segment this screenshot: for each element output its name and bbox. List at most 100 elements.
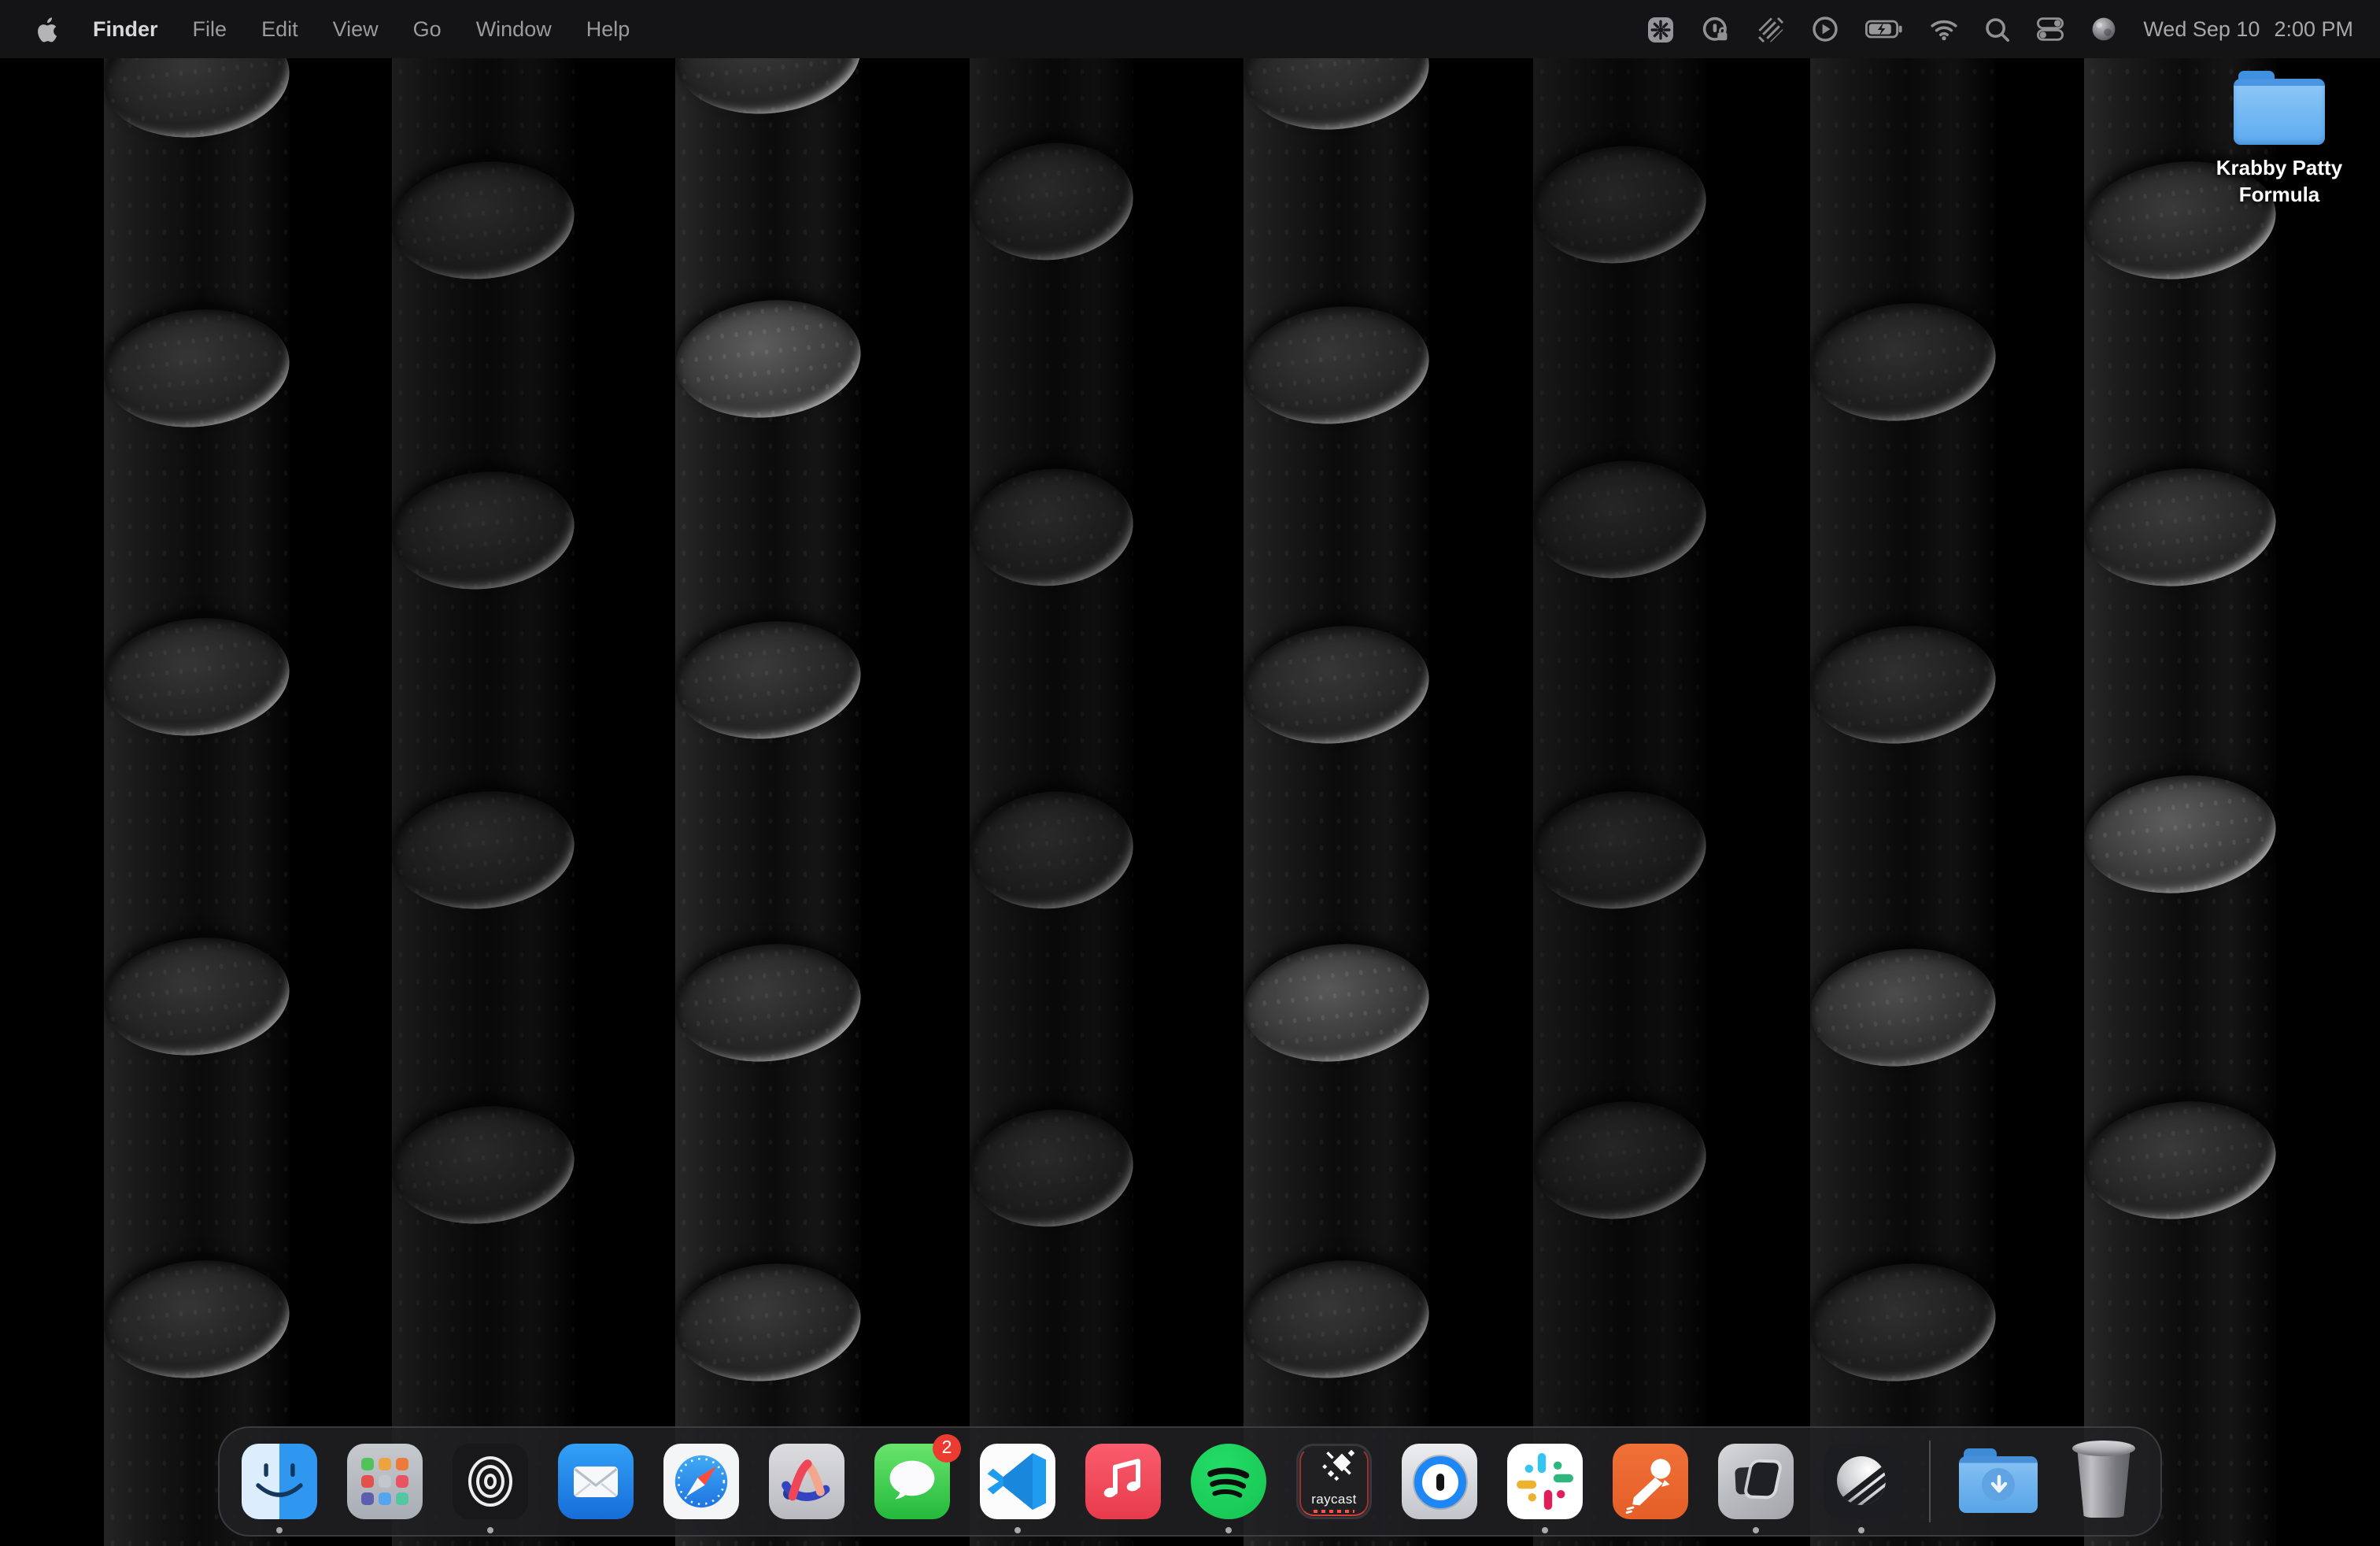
menu-go[interactable]: Go bbox=[396, 0, 459, 58]
wallpaper-cylinder-cap bbox=[964, 784, 1139, 917]
wallpaper-cylinder-cap bbox=[1805, 1255, 2001, 1390]
dock-launchpad[interactable] bbox=[347, 1444, 423, 1519]
folder-icon bbox=[2234, 71, 2325, 146]
mail-icon bbox=[558, 1444, 634, 1519]
wallpaper-cylinder-cap bbox=[670, 612, 867, 748]
wallpaper-cylinder-cap bbox=[98, 301, 295, 436]
wallpaper-cylinder-cap bbox=[1528, 1093, 1712, 1227]
sphere-icon[interactable] bbox=[2090, 0, 2116, 58]
dock-postman[interactable] bbox=[1613, 1444, 1688, 1519]
striped-sphere-icon bbox=[1824, 1444, 1899, 1519]
menu-bar: Finder File Edit View Go Window Help bbox=[0, 0, 2380, 58]
dock-finder[interactable] bbox=[242, 1444, 317, 1519]
menu-view[interactable]: View bbox=[316, 0, 396, 58]
wallpaper-cylinder-cap bbox=[670, 935, 867, 1071]
wallpaper-cylinder-cap bbox=[1238, 1252, 1435, 1387]
wallpaper-cylinder-cap bbox=[98, 609, 295, 745]
control-center-icon[interactable] bbox=[2036, 0, 2063, 58]
wallpaper-column bbox=[1533, 58, 1706, 1546]
wallpaper-cylinder-cap bbox=[386, 782, 580, 917]
download-arrow-icon bbox=[1982, 1468, 2015, 1501]
wallpaper-cylinder-cap bbox=[1805, 940, 2001, 1075]
apple-logo-icon bbox=[35, 16, 57, 43]
spotlight-search-icon[interactable] bbox=[1984, 0, 2009, 58]
running-indicator bbox=[1753, 1527, 1759, 1533]
dock-divider bbox=[1929, 1441, 1931, 1522]
dock-vscode[interactable] bbox=[980, 1444, 1055, 1519]
raycast-red-dots bbox=[1314, 1511, 1354, 1513]
dock-safari[interactable] bbox=[663, 1444, 739, 1519]
dock-music[interactable] bbox=[1085, 1444, 1161, 1519]
running-indicator bbox=[1225, 1527, 1232, 1533]
wallpaper-column bbox=[2084, 58, 2276, 1546]
concentric-circles-icon bbox=[453, 1444, 528, 1519]
dock-mail[interactable] bbox=[558, 1444, 634, 1519]
wallpaper-column bbox=[675, 58, 861, 1546]
postman-icon bbox=[1613, 1444, 1688, 1519]
wallpaper-cylinder-cap bbox=[2079, 1093, 2282, 1229]
dock-downloads-folder[interactable] bbox=[1961, 1444, 2042, 1519]
running-indicator bbox=[1542, 1527, 1548, 1533]
finder-icon bbox=[242, 1444, 317, 1519]
menu-help[interactable]: Help bbox=[569, 0, 648, 58]
folder-label: Krabby Patty Formula bbox=[2185, 156, 2374, 209]
raycast-icon: raycast bbox=[1296, 1444, 1372, 1519]
wallpaper-cylinder-cap bbox=[1528, 453, 1712, 586]
wallpaper-cylinder-cap bbox=[964, 461, 1139, 594]
desktop-folder-krabby-patty[interactable]: Krabby Patty Formula bbox=[2185, 71, 2374, 209]
wallpaper-column bbox=[1810, 58, 1996, 1546]
wallpaper-cylinder-cap bbox=[386, 153, 580, 287]
desktop-wallpaper bbox=[0, 0, 2380, 1546]
running-indicator bbox=[487, 1527, 493, 1533]
menubar-date: Wed Sep 10 bbox=[2143, 17, 2260, 41]
wallpaper-cylinder-cap bbox=[386, 1097, 580, 1232]
wallpaper-cylinder-cap bbox=[670, 1255, 867, 1390]
macos-desktop: Finder File Edit View Go Window Help bbox=[0, 0, 2380, 1546]
wallpaper-cylinder-cap bbox=[670, 291, 867, 427]
wallpaper-cylinder-cap bbox=[386, 463, 580, 597]
dock-trash[interactable] bbox=[2072, 1444, 2138, 1519]
vscode-icon bbox=[980, 1444, 1055, 1519]
wallpaper-cylinder-cap bbox=[1805, 294, 2001, 430]
wallpaper-cylinder-cap bbox=[1528, 783, 1712, 917]
wallpaper-cylinder-cap bbox=[1238, 617, 1435, 753]
dock-concentric-circles-app[interactable] bbox=[453, 1444, 528, 1519]
menu-bar-left: Finder File Edit View Go Window Help bbox=[16, 0, 647, 58]
wallpaper-cylinder-cap bbox=[964, 135, 1139, 268]
menubar-clock[interactable]: Wed Sep 10 2:00 PM bbox=[2143, 17, 2353, 41]
menu-file[interactable]: File bbox=[176, 0, 245, 58]
notification-badge: 2 bbox=[933, 1434, 961, 1463]
dock: 2 bbox=[218, 1426, 2162, 1537]
dock-gray-shapes-app[interactable] bbox=[1718, 1444, 1794, 1519]
dock-messages[interactable]: 2 bbox=[874, 1444, 950, 1519]
wifi-icon[interactable] bbox=[1929, 0, 1957, 58]
menu-window[interactable]: Window bbox=[459, 0, 569, 58]
battery-charging-icon[interactable] bbox=[1864, 0, 1902, 58]
running-indicator bbox=[1014, 1527, 1021, 1533]
wallpaper-cylinder-cap bbox=[2079, 767, 2282, 903]
dock-slack[interactable] bbox=[1507, 1444, 1583, 1519]
menu-bar-status-area: Wed Sep 10 2:00 PM bbox=[1646, 0, 2353, 58]
wallpaper-column bbox=[970, 58, 1133, 1546]
slack-icon bbox=[1507, 1444, 1583, 1519]
striped-diamond-icon[interactable] bbox=[1756, 0, 1784, 58]
app-flower-icon[interactable] bbox=[1646, 0, 1674, 58]
dock-1password[interactable] bbox=[1402, 1444, 1477, 1519]
gray-shapes-icon bbox=[1718, 1444, 1794, 1519]
menu-finder[interactable]: Finder bbox=[76, 0, 176, 58]
wallpaper-cylinder-cap bbox=[98, 929, 295, 1064]
now-playing-icon[interactable] bbox=[1811, 0, 1838, 58]
dock-striped-sphere-app[interactable] bbox=[1824, 1444, 1899, 1519]
wallpaper-cylinder-cap bbox=[1528, 138, 1712, 272]
apple-menu[interactable] bbox=[16, 16, 76, 43]
dock-raycast[interactable]: raycast bbox=[1296, 1444, 1372, 1519]
wallpaper-cylinder-cap bbox=[98, 1252, 295, 1387]
dock-spotify[interactable] bbox=[1191, 1444, 1266, 1519]
spotify-icon bbox=[1191, 1444, 1266, 1519]
arc-browser-icon bbox=[769, 1444, 844, 1519]
menu-edit[interactable]: Edit bbox=[244, 0, 316, 58]
wallpaper-column bbox=[104, 58, 290, 1546]
dock-arc[interactable] bbox=[769, 1444, 844, 1519]
wallpaper-cylinder-cap bbox=[964, 1102, 1139, 1235]
onepassword-lock-icon[interactable] bbox=[1701, 0, 1729, 58]
